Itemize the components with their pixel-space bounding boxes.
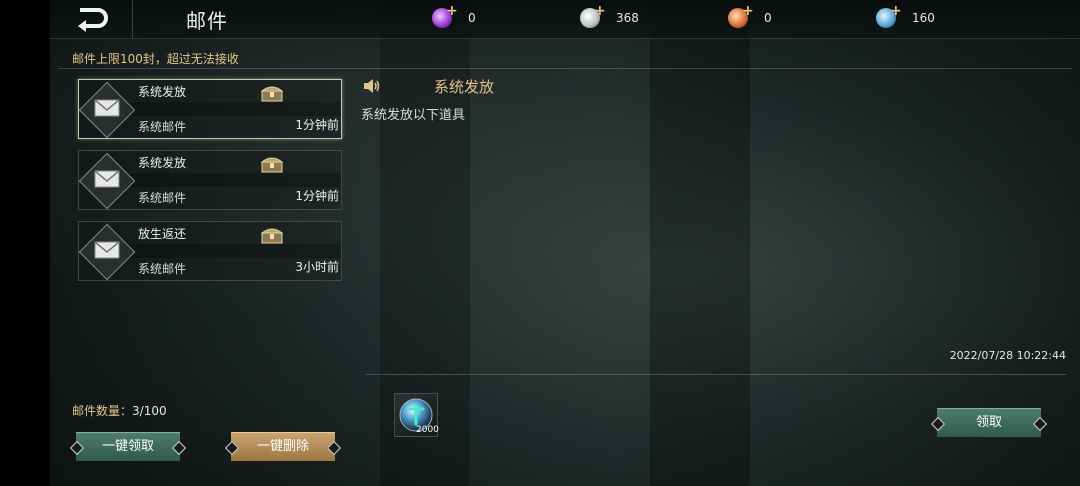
card-band	[123, 244, 341, 258]
mail-list-item[interactable]: 系统发放 系统邮件 1分钟前	[78, 79, 342, 139]
mail-count-value: 3/100	[132, 404, 167, 418]
claim-all-label: 一键领取	[101, 439, 154, 454]
back-arrow-icon[interactable]	[76, 6, 108, 32]
attachment-quantity: 2000	[416, 425, 439, 435]
mail-count-label: 邮件数量：	[72, 404, 133, 418]
mail-sender: 系统邮件	[138, 262, 187, 276]
mail-time: 1分钟前	[295, 189, 339, 203]
claim-label: 领取	[975, 415, 1002, 430]
envelope-icon	[94, 170, 120, 188]
mail-subject: 系统发放	[138, 156, 187, 170]
currency-value: 368	[616, 11, 639, 25]
currency-value: 0	[468, 11, 476, 25]
mail-detail-title: 系统发放	[434, 78, 495, 96]
delete-all-button[interactable]: 一键删除	[224, 432, 342, 461]
divider	[58, 68, 1072, 69]
mail-limit-note: 邮件上限100封，超过无法接收	[72, 52, 239, 66]
card-band	[123, 173, 341, 187]
add-icon[interactable]: +	[594, 3, 606, 19]
left-black-bar	[0, 0, 50, 486]
mail-time: 1分钟前	[295, 118, 339, 132]
mail-sender: 系统邮件	[138, 191, 187, 205]
treasure-chest-icon	[260, 157, 284, 173]
mail-sender: 系统邮件	[138, 120, 187, 134]
claim-button[interactable]: 领取	[930, 408, 1048, 437]
mail-list-item[interactable]: 放生返还 系统邮件 3小时前	[78, 221, 342, 281]
add-icon[interactable]: +	[890, 3, 902, 19]
mail-subject: 系统发放	[138, 85, 187, 99]
claim-all-button[interactable]: 一键领取	[69, 432, 187, 461]
mail-time: 3小时前	[295, 260, 339, 274]
mail-detail-body: 系统发放以下道具	[361, 108, 466, 123]
divider	[366, 374, 1066, 375]
speaker-icon	[364, 79, 380, 93]
mail-list-item[interactable]: 系统发放 系统邮件 1分钟前	[78, 150, 342, 210]
mail-detail-date: 2022/07/28 10:22:44	[949, 349, 1066, 362]
add-icon[interactable]: +	[446, 3, 458, 19]
treasure-chest-icon	[260, 86, 284, 102]
add-icon[interactable]: +	[742, 3, 754, 19]
page-title: 邮件	[186, 9, 228, 33]
title-separator	[132, 0, 133, 38]
delete-all-label: 一键删除	[256, 439, 309, 454]
envelope-icon	[94, 241, 120, 259]
card-band	[123, 102, 341, 116]
currency-value: 160	[912, 11, 935, 25]
currency-value: 0	[764, 11, 772, 25]
mail-subject: 放生返还	[138, 227, 187, 241]
envelope-icon	[94, 99, 120, 117]
treasure-chest-icon	[260, 228, 284, 244]
mail-count: 邮件数量：3/100	[72, 402, 167, 419]
